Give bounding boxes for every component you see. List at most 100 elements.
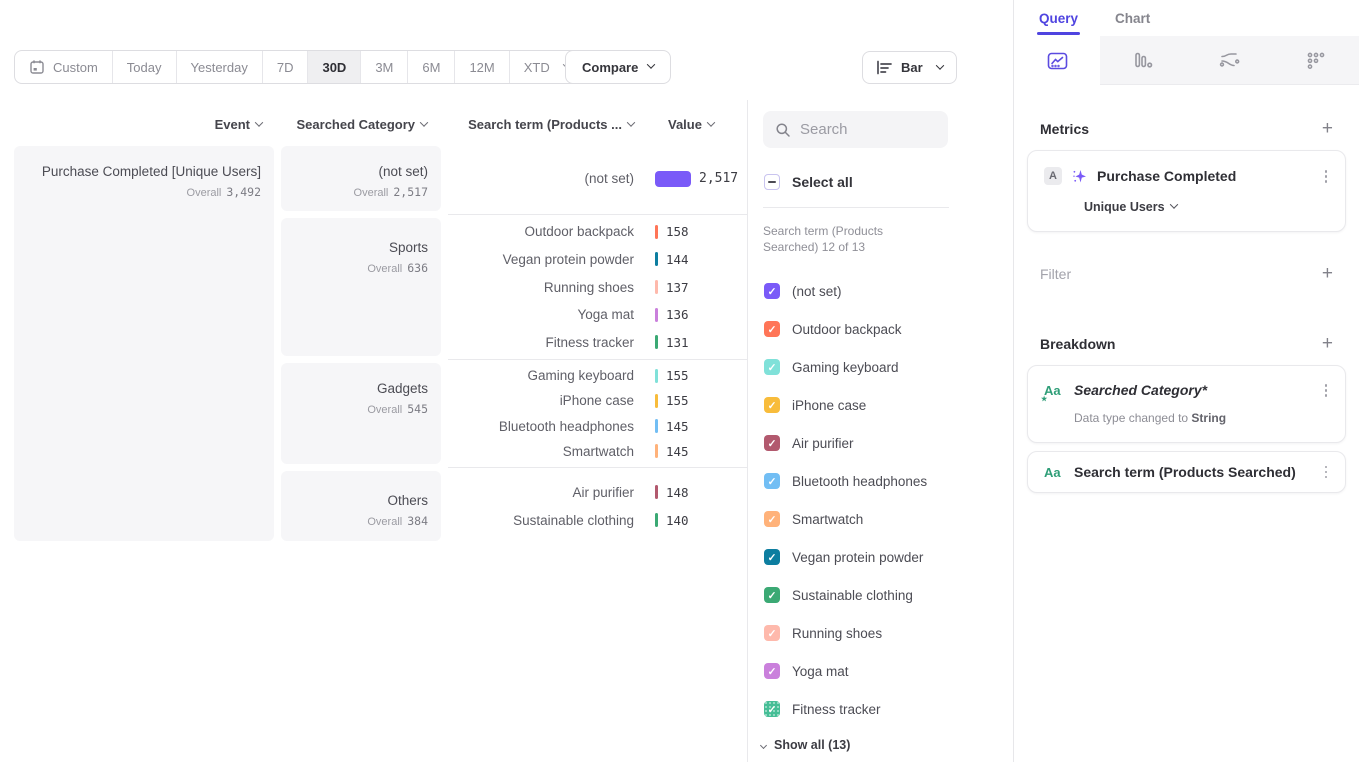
show-all-toggle[interactable]: Show all (13): [761, 738, 1013, 752]
event-cell: Purchase Completed [Unique Users] Overal…: [14, 146, 274, 541]
chevron-down-icon: [255, 118, 263, 126]
date-range-7d[interactable]: 7D: [263, 51, 309, 83]
check-icon: [768, 358, 777, 376]
metric-card[interactable]: A Purchase Completed Unique Users: [1027, 150, 1346, 232]
value-bar: [655, 394, 658, 408]
legend-item[interactable]: Smartwatch: [748, 500, 1013, 538]
column-header-event[interactable]: Event: [14, 117, 262, 132]
kebab-menu-icon[interactable]: [1321, 166, 1332, 187]
checkbox[interactable]: [764, 435, 780, 451]
overall-label: Overall: [367, 516, 402, 528]
tab-chart[interactable]: Chart: [1115, 11, 1150, 26]
table-row: Sustainable clothing 140: [448, 506, 748, 534]
date-range-12m[interactable]: 12M: [455, 51, 509, 83]
select-all[interactable]: Select all: [764, 174, 1013, 190]
add-filter-button[interactable]: +: [1322, 264, 1333, 283]
term-label: Yoga mat: [448, 307, 634, 322]
sidebar-tabs: Query Chart: [1014, 0, 1359, 36]
string-property-icon: Aa: [1044, 465, 1064, 480]
table-row: iPhone case 155: [448, 388, 748, 413]
legend-item[interactable]: iPhone case: [748, 386, 1013, 424]
legend-item-label: Outdoor backpack: [792, 322, 902, 337]
select-all-checkbox[interactable]: [764, 174, 780, 190]
checkbox[interactable]: [764, 549, 780, 565]
tab-retention[interactable]: [1273, 36, 1359, 85]
compare-button[interactable]: Compare: [565, 50, 671, 84]
overall-value: 384: [407, 514, 428, 528]
checkbox[interactable]: [764, 321, 780, 337]
overall-value: 545: [407, 402, 428, 416]
metric-badge: A: [1044, 167, 1062, 185]
value-text: 155: [666, 393, 689, 408]
checkbox[interactable]: [764, 511, 780, 527]
date-range-label: 30D: [322, 60, 346, 75]
tab-insights[interactable]: [1014, 36, 1100, 85]
value-text: 131: [666, 335, 689, 350]
legend-item[interactable]: (not set): [748, 272, 1013, 310]
date-range-30d[interactable]: 30D: [308, 51, 361, 83]
kebab-menu-icon[interactable]: [1321, 462, 1332, 483]
value-text: 140: [666, 513, 689, 528]
date-range-custom[interactable]: Custom: [15, 51, 113, 83]
checkbox[interactable]: [764, 625, 780, 641]
date-range-6m[interactable]: 6M: [408, 51, 455, 83]
legend-item[interactable]: Air purifier: [748, 424, 1013, 462]
term-label: Smartwatch: [448, 444, 634, 459]
value-bar: [655, 171, 691, 187]
legend-item-label: Smartwatch: [792, 512, 863, 527]
checkbox[interactable]: [764, 397, 780, 413]
date-range-label: Custom: [53, 60, 98, 75]
term-label: Vegan protein powder: [448, 252, 634, 267]
date-range-today[interactable]: Today: [113, 51, 177, 83]
column-header-value[interactable]: Value: [668, 117, 714, 132]
table-row: Gaming keyboard 155: [448, 363, 748, 388]
column-header-search-term[interactable]: Search term (Products ...: [448, 117, 634, 132]
legend-search[interactable]: [763, 111, 948, 148]
checkbox[interactable]: [764, 663, 780, 679]
legend-item[interactable]: Bluetooth headphones: [748, 462, 1013, 500]
value-text: 144: [666, 252, 689, 267]
legend-item[interactable]: Fitness tracker: [748, 690, 1013, 728]
legend-item[interactable]: Outdoor backpack: [748, 310, 1013, 348]
tab-query[interactable]: Query: [1039, 11, 1078, 26]
checkbox[interactable]: [764, 283, 780, 299]
checkbox[interactable]: [764, 587, 780, 603]
chart-type-selector[interactable]: Bar: [862, 51, 957, 84]
measure-dropdown[interactable]: Unique Users: [1028, 187, 1345, 214]
legend-item-label: Bluetooth headphones: [792, 474, 927, 489]
column-header-searched-category[interactable]: Searched Category: [281, 117, 427, 132]
legend-item[interactable]: Gaming keyboard: [748, 348, 1013, 386]
checkbox[interactable]: [764, 473, 780, 489]
legend-item[interactable]: Yoga mat: [748, 652, 1013, 690]
tab-flows[interactable]: [1187, 36, 1273, 85]
date-range-3m[interactable]: 3M: [361, 51, 408, 83]
kebab-menu-icon[interactable]: [1321, 380, 1332, 401]
add-metric-button[interactable]: +: [1322, 119, 1333, 138]
checkbox[interactable]: [764, 701, 780, 717]
check-icon: [768, 624, 777, 642]
group-separator: [448, 214, 748, 215]
metric-event-name: Purchase Completed: [1097, 168, 1312, 184]
chevron-down-icon: [420, 118, 428, 126]
breakdown-card[interactable]: Aa★ Searched Category* Data type changed…: [1027, 365, 1346, 443]
value-bar: [655, 252, 658, 266]
report-type-tabs: [1014, 36, 1359, 85]
column-header-label: Searched Category: [297, 117, 416, 132]
tab-funnels[interactable]: [1100, 36, 1186, 85]
add-breakdown-button[interactable]: +: [1322, 334, 1333, 353]
breakdown-card[interactable]: Aa Search term (Products Searched): [1027, 451, 1346, 493]
category-column: (not set) Overall2,517 Sports Overall636…: [281, 146, 441, 541]
search-input[interactable]: [800, 121, 930, 138]
legend-item[interactable]: Sustainable clothing: [748, 576, 1013, 614]
chevron-down-icon: [935, 61, 943, 69]
breakdown-property-name: Searched Category*: [1074, 382, 1311, 398]
date-range-yesterday[interactable]: Yesterday: [177, 51, 263, 83]
legend-item[interactable]: Running shoes: [748, 614, 1013, 652]
chevron-down-icon: [627, 118, 635, 126]
modified-star-icon: ★: [1041, 395, 1047, 403]
checkbox[interactable]: [764, 359, 780, 375]
select-all-label: Select all: [792, 174, 853, 190]
metrics-heading: Metrics: [1040, 121, 1089, 137]
legend-item[interactable]: Vegan protein powder: [748, 538, 1013, 576]
legend-item-label: (not set): [792, 284, 842, 299]
